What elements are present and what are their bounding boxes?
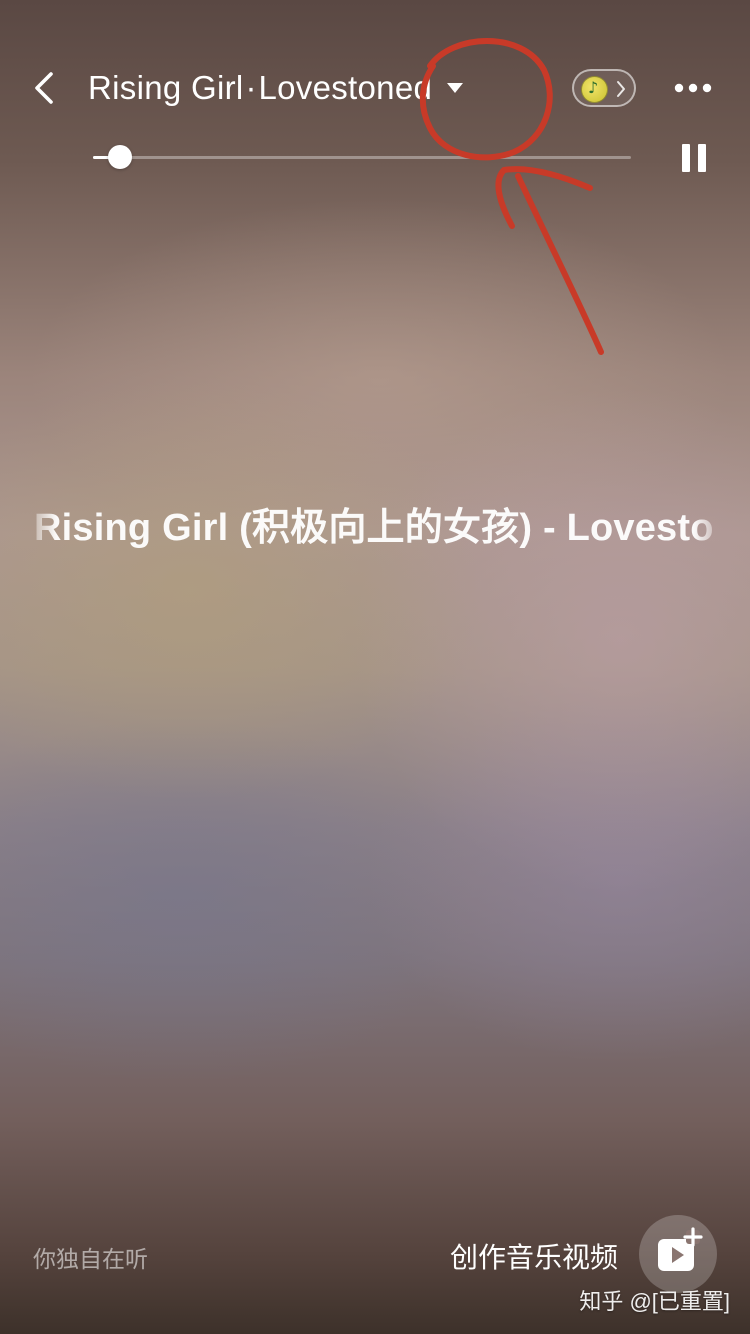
song-title: Rising Girl bbox=[88, 69, 244, 106]
pause-button[interactable] bbox=[676, 140, 712, 176]
create-music-video-label[interactable]: 创作音乐视频 bbox=[450, 1236, 618, 1276]
chevron-left-icon bbox=[35, 72, 53, 104]
more-options-button[interactable] bbox=[668, 68, 718, 108]
blurred-album-background bbox=[0, 0, 750, 1334]
pause-icon-bar-left bbox=[682, 144, 690, 172]
listening-status: 你独自在听 bbox=[33, 1246, 148, 1272]
music-note-icon: ♪ bbox=[588, 78, 599, 97]
qq-music-badge[interactable]: ♪ bbox=[572, 69, 636, 107]
zhihu-watermark: 知乎 @[已重置] bbox=[579, 1289, 730, 1314]
progress-bar[interactable] bbox=[93, 145, 631, 169]
chevron-right-icon bbox=[617, 81, 625, 97]
progress-thumb[interactable] bbox=[107, 145, 132, 169]
scrolling-title-text: Rising Girl (积极向上的女孩) - Lovestoned bbox=[34, 507, 716, 548]
caret-down-icon bbox=[447, 83, 464, 93]
artist-name: Lovestoned bbox=[258, 69, 433, 106]
pause-icon-bar-right bbox=[698, 144, 706, 172]
create-music-video-button[interactable] bbox=[639, 1215, 717, 1293]
video-add-icon bbox=[658, 1227, 703, 1271]
more-horizontal-icon bbox=[674, 83, 712, 93]
song-title-dropdown[interactable]: Rising Girl · Lovestoned bbox=[88, 66, 464, 110]
scrolling-song-title: Rising Girl (积极向上的女孩) - Lovestoned bbox=[34, 492, 716, 548]
back-button[interactable] bbox=[24, 66, 68, 110]
title-separator: · bbox=[245, 69, 257, 106]
player-header: Rising Girl · Lovestoned ♪ bbox=[0, 0, 750, 200]
